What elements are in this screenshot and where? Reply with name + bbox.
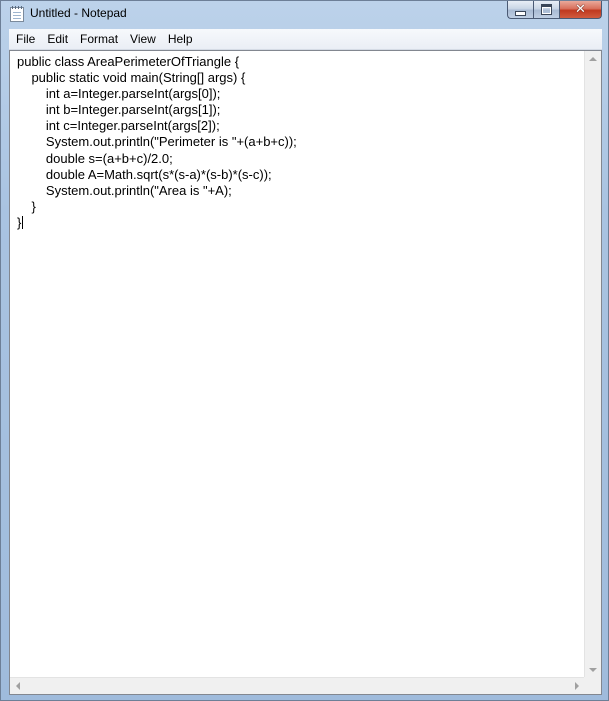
scroll-left-arrow-icon[interactable]: [16, 682, 20, 690]
menu-format[interactable]: Format: [74, 29, 124, 49]
maximize-icon: [541, 4, 552, 15]
scroll-up-arrow-icon[interactable]: [589, 57, 597, 61]
scrollbar-corner: [584, 677, 601, 694]
text-caret: [22, 215, 24, 229]
scroll-right-arrow-icon[interactable]: [575, 682, 579, 690]
title-bar[interactable]: Untitled - Notepad ✕: [1, 1, 608, 27]
menu-help[interactable]: Help: [162, 29, 199, 49]
menu-file[interactable]: File: [9, 29, 41, 49]
window-title: Untitled - Notepad: [30, 6, 127, 20]
vertical-scrollbar[interactable]: [584, 51, 601, 678]
notepad-window: Untitled - Notepad ✕ File Edit Format Vi…: [0, 0, 609, 701]
close-icon: ✕: [575, 2, 586, 17]
editor-content[interactable]: public class AreaPerimeterOfTriangle { p…: [17, 54, 297, 230]
menu-bar: File Edit Format View Help: [9, 29, 602, 50]
editor-text-area[interactable]: public class AreaPerimeterOfTriangle { p…: [10, 51, 585, 678]
notepad-icon[interactable]: [10, 6, 24, 22]
scroll-down-arrow-icon[interactable]: [589, 668, 597, 672]
menu-edit[interactable]: Edit: [41, 29, 74, 49]
minimize-icon: [515, 10, 526, 16]
horizontal-scrollbar[interactable]: [10, 677, 585, 694]
minimize-button[interactable]: [507, 1, 533, 19]
caption-buttons: ✕: [507, 1, 602, 20]
menu-view[interactable]: View: [124, 29, 162, 49]
close-button[interactable]: ✕: [559, 1, 602, 19]
maximize-button[interactable]: [533, 1, 559, 19]
text-editor[interactable]: public class AreaPerimeterOfTriangle { p…: [9, 50, 602, 695]
